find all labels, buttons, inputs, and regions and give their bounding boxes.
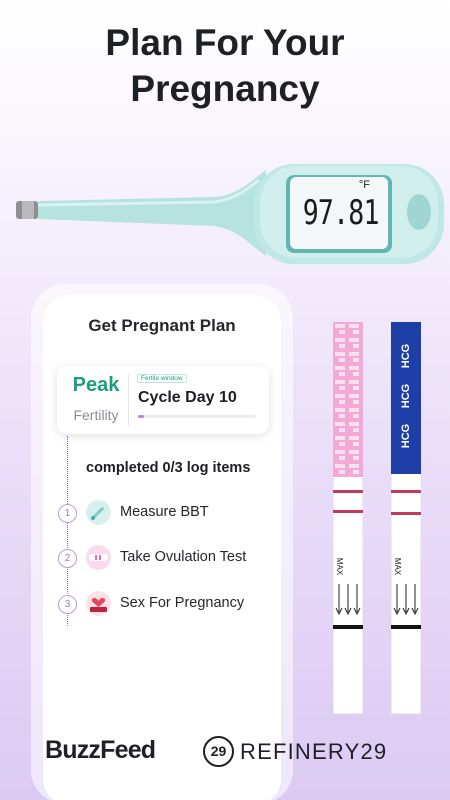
completed-count: completed 0/3 log items	[86, 460, 251, 476]
headline-line1: Plan For Your	[105, 22, 345, 63]
thermometer-icon	[86, 500, 111, 525]
fertility-level: Peak	[72, 374, 120, 396]
step-number: 2	[58, 549, 77, 568]
log-item-measure-bbt[interactable]: 1 Measure BBT	[58, 500, 278, 530]
pink-strip-max-label: MAX	[335, 557, 345, 576]
fertile-window-tag: Fertile window	[137, 374, 187, 383]
item-label: Sex For Pregnancy	[120, 595, 245, 611]
hcg-strip-label-area: HCG HCG HCG	[400, 343, 413, 449]
plan-title: Get Pregnant Plan	[88, 316, 236, 335]
refinery29-logo-mark: 29	[203, 736, 234, 767]
status-divider	[128, 374, 129, 426]
temperature-unit: °F	[358, 179, 370, 191]
headline-line2: Pregnancy	[130, 68, 320, 109]
fertility-label: Fertility	[73, 407, 119, 423]
item-label: Take Ovulation Test	[120, 549, 247, 565]
cycle-progress-fill	[138, 415, 144, 418]
item-label: Measure BBT	[120, 504, 209, 520]
buzzfeed-logo: BuzzFeed	[45, 736, 156, 764]
temperature-reading: 97.81	[303, 193, 380, 233]
ovulation-test-icon	[86, 545, 111, 570]
log-item-ovulation-test[interactable]: 2 Take Ovulation Test	[58, 545, 278, 575]
step-number: 3	[58, 595, 77, 614]
hcg-strip-max-label: MAX	[393, 557, 403, 576]
step-number: 1	[58, 504, 77, 523]
thermometer-display: 97.81 °F	[290, 177, 392, 249]
headline: Plan For Your Pregnancy	[0, 20, 450, 112]
ovulation-test-strip	[333, 322, 363, 714]
cycle-day: Cycle Day 10	[138, 389, 237, 406]
refinery29-logo: REFINERY29	[240, 739, 388, 764]
cycle-progress-bar	[138, 415, 256, 418]
heart-bed-icon	[86, 591, 111, 616]
log-item-sex-for-pregnancy[interactable]: 3 Sex For Pregnancy	[58, 591, 278, 621]
